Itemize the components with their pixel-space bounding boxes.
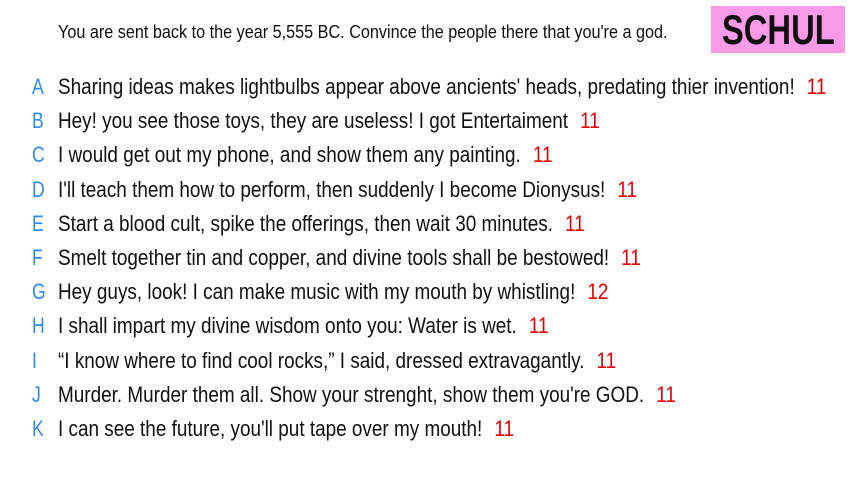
- answer-text: I'll teach them how to perform, then sud…: [58, 176, 606, 202]
- answer-score: 11: [494, 415, 514, 441]
- answer-score: 11: [596, 347, 617, 373]
- answer-letter: F: [32, 244, 43, 270]
- answer-score: 11: [580, 108, 600, 134]
- answer-row: G Hey guys, look! I can make music with m…: [0, 275, 853, 309]
- answer-text: Hey! you see those toys, they are useles…: [58, 108, 569, 134]
- question-prompt: You are sent back to the year 5,555 BC. …: [58, 22, 668, 42]
- answer-letter: B: [32, 108, 44, 134]
- answer-score: 11: [621, 244, 641, 270]
- answer-score: 11: [528, 313, 549, 339]
- player-badge: SCHUL: [711, 6, 845, 53]
- answer-letter: C: [32, 142, 45, 168]
- answer-score: 12: [587, 279, 609, 305]
- answer-row: B Hey! you see those toys, they are usele…: [0, 104, 853, 138]
- answer-letter: D: [32, 176, 45, 202]
- answer-score: 11: [532, 142, 553, 168]
- answer-row: C I would get out my phone, and show them…: [0, 138, 853, 172]
- answer-score: 11: [806, 74, 827, 99]
- answer-text: Murder. Murder them all. Show your stren…: [58, 381, 645, 407]
- answer-text: I shall impart my divine wisdom onto you…: [58, 313, 517, 339]
- answer-score: 11: [656, 381, 676, 407]
- answer-score: 11: [617, 176, 638, 202]
- answer-text: Hey guys, look! I can make music with my…: [58, 279, 576, 305]
- answer-text: I can see the future, you'll put tape ov…: [58, 415, 483, 441]
- answer-letter: G: [32, 279, 46, 305]
- answer-row: E Start a blood cult, spike the offerings…: [0, 207, 853, 241]
- answer-row: I “I know where to find cool rocks,” I sa…: [0, 344, 853, 378]
- answer-letter: E: [32, 210, 44, 236]
- answer-text: “I know where to find cool rocks,” I sai…: [58, 347, 585, 373]
- answer-list: A Sharing ideas makes lightbulbs appear a…: [0, 70, 853, 446]
- answer-letter: H: [32, 313, 45, 339]
- answer-text: I would get out my phone, and show them …: [58, 142, 521, 168]
- answer-row: D I'll teach them how to perform, then su…: [0, 173, 853, 207]
- answer-letter: I: [32, 347, 37, 373]
- answer-score: 11: [565, 210, 585, 236]
- answer-row: J Murder. Murder them all. Show your stre…: [0, 378, 853, 412]
- answer-row: F Smelt together tin and copper, and divi…: [0, 241, 853, 275]
- answer-text: Start a blood cult, spike the offerings,…: [58, 210, 554, 236]
- answer-row: H I shall impart my divine wisdom onto yo…: [0, 309, 853, 343]
- answer-row: A Sharing ideas makes lightbulbs appear a…: [0, 70, 853, 104]
- answer-text: Sharing ideas makes lightbulbs appear ab…: [58, 74, 795, 99]
- player-name: SCHUL: [721, 5, 835, 53]
- answer-row: K I can see the future, you'll put tape o…: [0, 412, 853, 446]
- answer-letter: K: [32, 415, 44, 441]
- answer-text: Smelt together tin and copper, and divin…: [58, 244, 610, 270]
- answer-letter: J: [32, 381, 41, 407]
- answer-letter: A: [32, 74, 44, 99]
